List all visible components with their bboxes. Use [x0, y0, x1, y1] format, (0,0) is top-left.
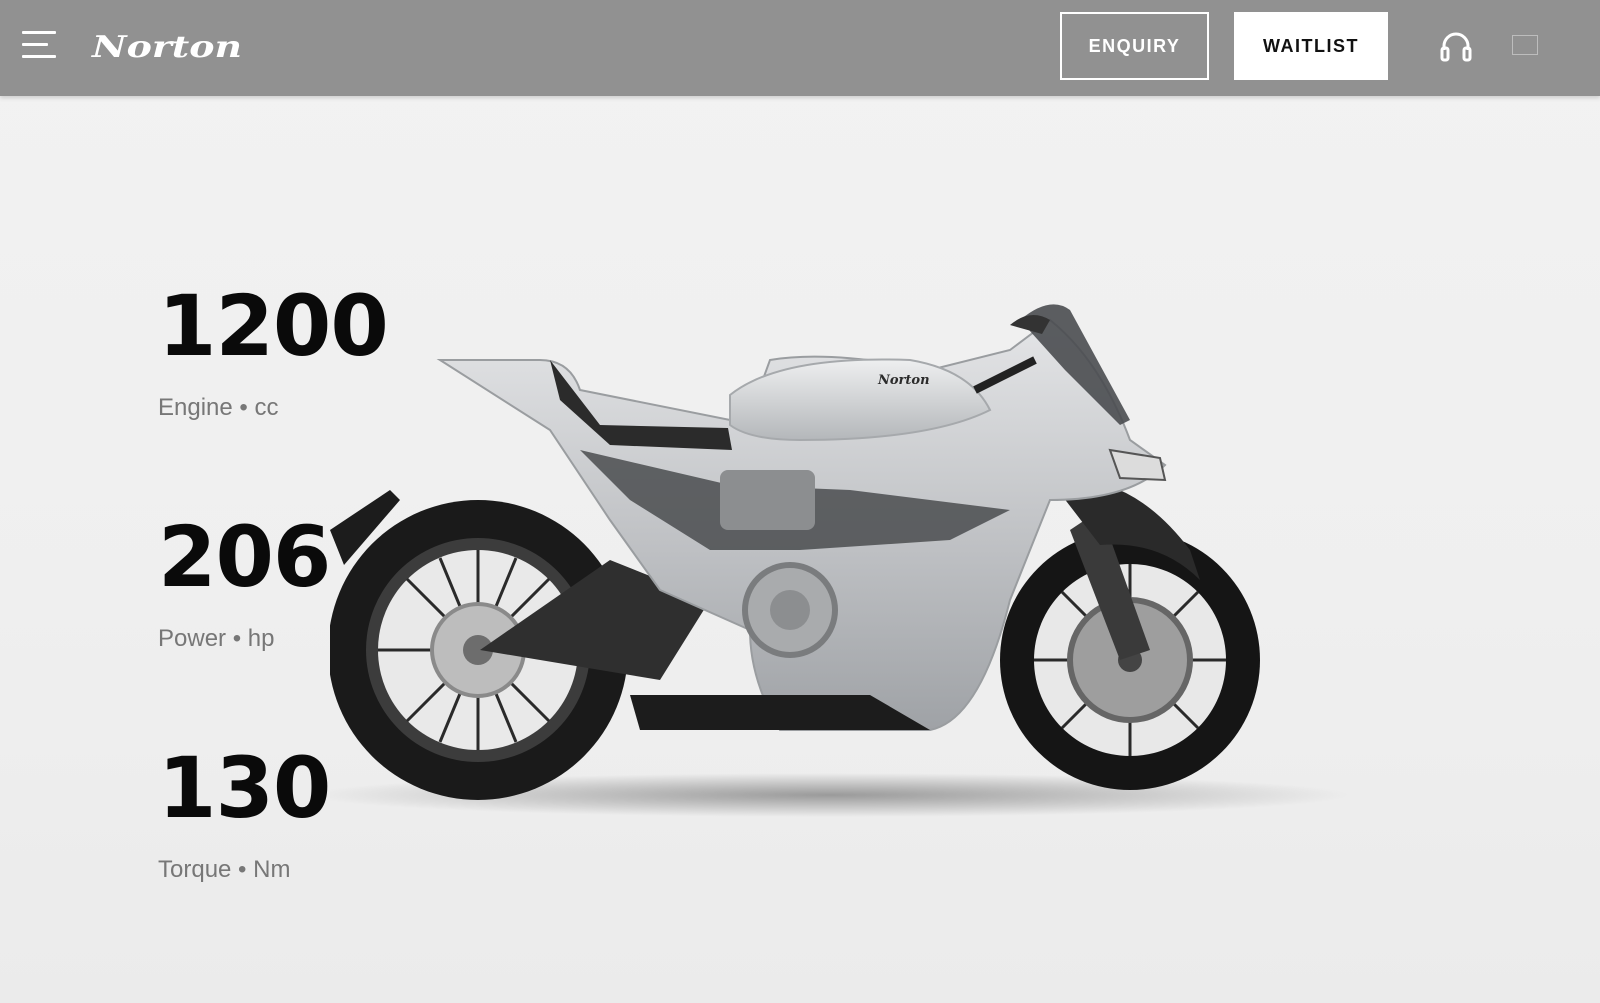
torque-value: 130: [158, 739, 331, 837]
headlight: [1108, 448, 1167, 482]
norton-logo[interactable]: Norton: [90, 26, 246, 66]
headset-icon[interactable]: [1438, 28, 1474, 64]
power-value: 206: [158, 508, 331, 606]
torque-spec: 130 Torque • Nm: [158, 739, 331, 884]
enquiry-button[interactable]: ENQUIRY: [1060, 12, 1209, 80]
motorcycle-image: Norton: [330, 304, 1350, 817]
svg-text:Norton: Norton: [91, 30, 242, 65]
power-spec: 206 Power • hp: [158, 508, 331, 653]
waitlist-button[interactable]: WAITLIST: [1234, 12, 1388, 80]
cart-icon[interactable]: [1512, 35, 1538, 55]
torque-label: Torque • Nm: [158, 856, 291, 883]
top-nav-bar: Norton ENQUIRY WAITLIST: [0, 0, 1600, 96]
menu-icon[interactable]: [22, 31, 56, 59]
front-wheel: [1000, 530, 1260, 790]
power-label: Power • hp: [158, 625, 275, 652]
tank-logo: Norton: [877, 373, 930, 388]
